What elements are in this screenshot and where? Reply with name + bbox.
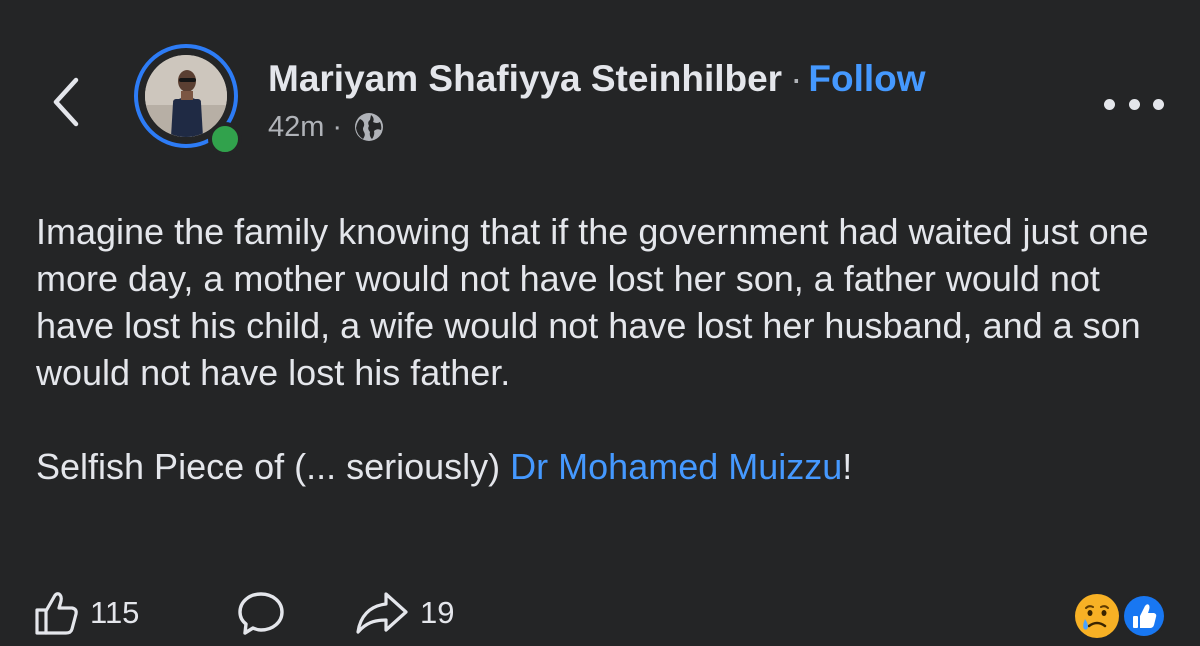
author-name[interactable]: Mariyam Shafiyya Steinhilber	[268, 58, 782, 99]
online-status-dot	[208, 122, 242, 156]
like-reaction-icon	[1121, 593, 1167, 639]
like-count: 115	[90, 595, 140, 630]
more-horizontal-icon	[1128, 98, 1140, 110]
post-text: Imagine the family knowing that if the g…	[36, 211, 1149, 393]
thumbs-up-icon	[35, 592, 78, 635]
share-count: 19	[420, 595, 455, 630]
author-line: Mariyam Shafiyya Steinhilber · Follow	[268, 56, 926, 102]
post-timestamp[interactable]: 42m	[268, 110, 324, 144]
back-button[interactable]	[44, 72, 88, 132]
post-text-suffix: !	[842, 446, 853, 487]
post-text-closing: Selfish Piece of (... seriously) Dr Moha…	[36, 443, 1171, 490]
name-separator: ·	[790, 58, 803, 99]
more-horizontal-icon	[1104, 98, 1115, 110]
more-options-button[interactable]	[1104, 92, 1164, 116]
more-horizontal-icon	[1153, 98, 1164, 110]
mention-link[interactable]: Dr Mohamed Muizzu	[510, 446, 842, 487]
follow-button[interactable]: Follow	[808, 58, 925, 99]
action-bar: 115 19	[0, 585, 1200, 641]
globe-icon[interactable]	[352, 110, 386, 144]
post-text-prefix: Selfish Piece of (... seriously)	[36, 446, 511, 487]
post-body: Imagine the family knowing that if the g…	[36, 208, 1171, 490]
sad-reaction-icon	[1075, 594, 1119, 638]
post-meta: 42m ·	[268, 110, 926, 144]
share-button[interactable]: 19	[354, 585, 454, 641]
post-header: Mariyam Shafiyya Steinhilber · Follow 42m …	[268, 56, 926, 144]
chevron-left-icon	[53, 77, 79, 127]
comment-button[interactable]	[236, 585, 286, 641]
share-arrow-icon	[356, 592, 408, 634]
meta-separator: ·	[332, 111, 343, 143]
reactions-summary[interactable]	[1074, 591, 1174, 641]
comment-bubble-icon	[238, 592, 284, 635]
like-button[interactable]: 115	[34, 585, 139, 641]
